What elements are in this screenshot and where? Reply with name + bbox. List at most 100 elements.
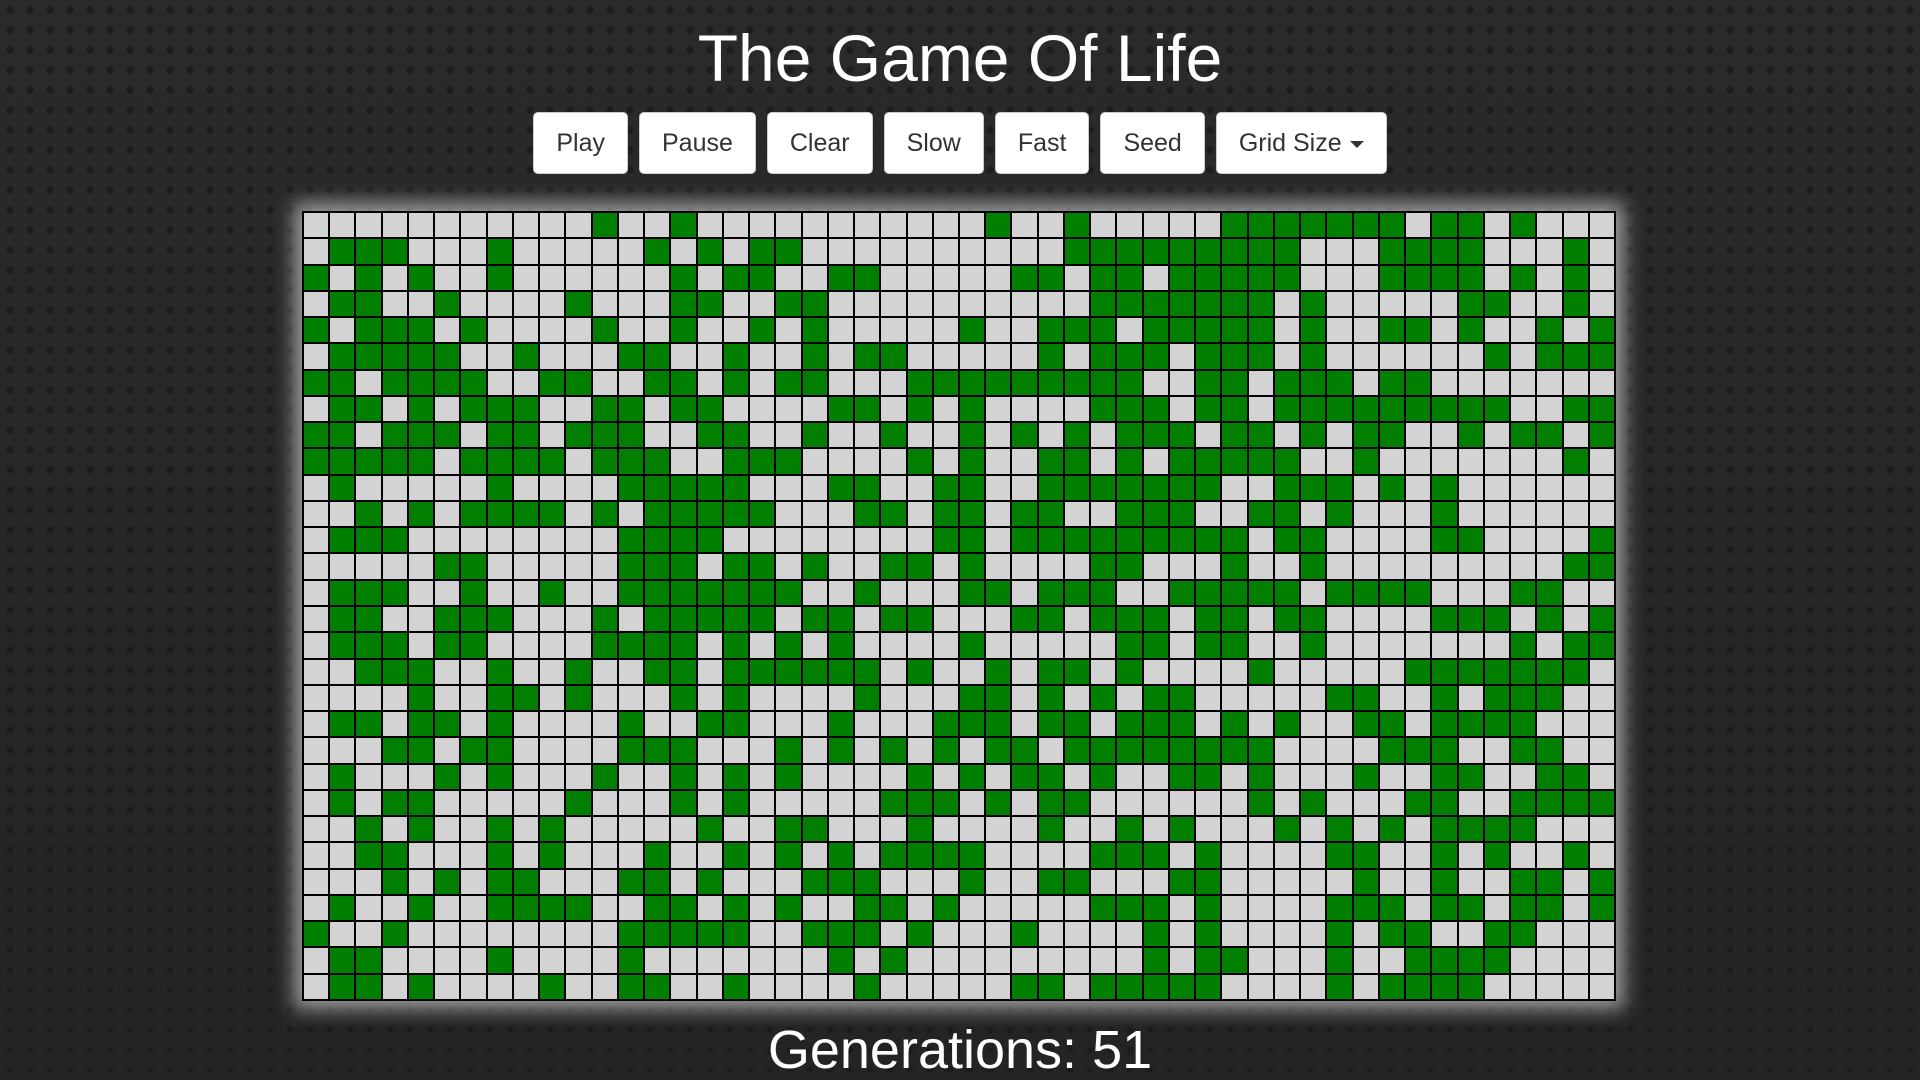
grid-cell-dead[interactable] [907,712,932,737]
grid-cell-dead[interactable] [776,974,801,999]
grid-cell-dead[interactable] [802,475,827,500]
grid-cell-alive[interactable] [1169,712,1195,737]
grid-cell-dead[interactable] [802,764,827,789]
grid-cell-dead[interactable] [986,239,1011,264]
grid-cell-alive[interactable] [1274,817,1300,842]
grid-cell-alive[interactable] [723,554,749,579]
grid-cell-alive[interactable] [1301,370,1326,395]
grid-cell-dead[interactable] [408,239,434,264]
grid-cell-alive[interactable] [1327,922,1352,947]
grid-cell-alive[interactable] [776,370,801,395]
grid-cell-dead[interactable] [1038,213,1063,238]
grid-cell-alive[interactable] [986,685,1011,711]
grid-cell-dead[interactable] [566,344,591,369]
grid-cell-dead[interactable] [1169,554,1195,579]
grid-cell-dead[interactable] [330,738,355,763]
grid-cell-dead[interactable] [1589,265,1614,290]
grid-cell-dead[interactable] [907,895,932,921]
grid-cell-dead[interactable] [1589,239,1614,264]
grid-cell-alive[interactable] [1511,738,1536,763]
grid-cell-alive[interactable] [408,738,434,763]
grid-cell-alive[interactable] [1012,528,1037,553]
grid-cell-alive[interactable] [1091,475,1116,500]
grid-cell-alive[interactable] [1143,291,1168,317]
grid-cell-dead[interactable] [697,633,722,658]
grid-cell-alive[interactable] [461,580,486,605]
grid-cell-alive[interactable] [1274,580,1300,605]
grid-cell-dead[interactable] [645,817,670,842]
grid-cell-alive[interactable] [356,396,381,422]
grid-cell-dead[interactable] [1012,291,1037,317]
grid-cell-dead[interactable] [540,869,565,894]
grid-cell-alive[interactable] [776,580,801,605]
grid-cell-alive[interactable] [697,423,722,448]
grid-cell-dead[interactable] [828,291,854,317]
grid-cell-alive[interactable] [671,396,696,422]
grid-cell-alive[interactable] [1064,712,1090,737]
grid-cell-alive[interactable] [1222,712,1247,737]
grid-cell-dead[interactable] [1484,318,1510,343]
grid-cell-alive[interactable] [723,501,749,527]
grid-cell-alive[interactable] [356,239,381,264]
grid-cell-dead[interactable] [1012,580,1037,605]
grid-cell-alive[interactable] [1274,528,1300,553]
grid-cell-alive[interactable] [618,554,644,579]
grid-cell-dead[interactable] [330,659,355,684]
grid-cell-alive[interactable] [540,843,565,868]
grid-cell-dead[interactable] [513,738,539,763]
grid-cell-dead[interactable] [1458,370,1483,395]
grid-cell-dead[interactable] [1484,501,1510,527]
grid-cell-alive[interactable] [1117,501,1142,527]
grid-cell-dead[interactable] [487,922,512,947]
grid-cell-dead[interactable] [750,633,775,658]
grid-cell-dead[interactable] [750,712,775,737]
grid-cell-dead[interactable] [356,475,381,500]
grid-cell-alive[interactable] [1458,423,1483,448]
grid-cell-dead[interactable] [697,554,722,579]
grid-cell-dead[interactable] [330,213,355,238]
grid-cell-dead[interactable] [855,790,880,816]
grid-cell-dead[interactable] [881,659,906,684]
grid-cell-dead[interactable] [986,528,1011,553]
grid-cell-alive[interactable] [671,790,696,816]
grid-cell-alive[interactable] [435,291,460,317]
grid-cell-dead[interactable] [776,318,801,343]
grid-cell-alive[interactable] [1511,790,1536,816]
grid-cell-alive[interactable] [1143,685,1168,711]
grid-cell-dead[interactable] [828,370,854,395]
grid-cell-dead[interactable] [645,213,670,238]
grid-cell-alive[interactable] [1091,895,1116,921]
grid-cell-dead[interactable] [1248,633,1273,658]
grid-cell-dead[interactable] [1537,265,1562,290]
grid-cell-alive[interactable] [828,948,854,973]
grid-cell-dead[interactable] [750,738,775,763]
grid-cell-dead[interactable] [697,318,722,343]
grid-cell-dead[interactable] [802,948,827,973]
grid-cell-dead[interactable] [1301,712,1326,737]
grid-cell-alive[interactable] [986,580,1011,605]
grid-cell-dead[interactable] [1589,948,1614,973]
grid-cell-dead[interactable] [592,790,617,816]
grid-cell-alive[interactable] [697,239,722,264]
grid-cell-alive[interactable] [1038,344,1063,369]
grid-cell-dead[interactable] [1091,869,1116,894]
grid-cell-alive[interactable] [356,449,381,474]
grid-cell-alive[interactable] [618,974,644,999]
grid-cell-dead[interactable] [907,685,932,711]
grid-cell-dead[interactable] [1327,606,1352,632]
grid-cell-dead[interactable] [907,974,932,999]
grid-cell-alive[interactable] [408,370,434,395]
grid-cell-dead[interactable] [1169,843,1195,868]
grid-cell-alive[interactable] [1274,213,1300,238]
grid-cell-alive[interactable] [802,817,827,842]
grid-cell-dead[interactable] [1563,712,1588,737]
grid-cell-alive[interactable] [855,659,880,684]
grid-cell-dead[interactable] [435,922,460,947]
grid-cell-dead[interactable] [1537,554,1562,579]
grid-cell-alive[interactable] [671,685,696,711]
grid-cell-alive[interactable] [540,449,565,474]
grid-cell-dead[interactable] [618,265,644,290]
grid-cell-dead[interactable] [1406,344,1431,369]
grid-cell-alive[interactable] [1196,370,1221,395]
grid-cell-alive[interactable] [1196,318,1221,343]
